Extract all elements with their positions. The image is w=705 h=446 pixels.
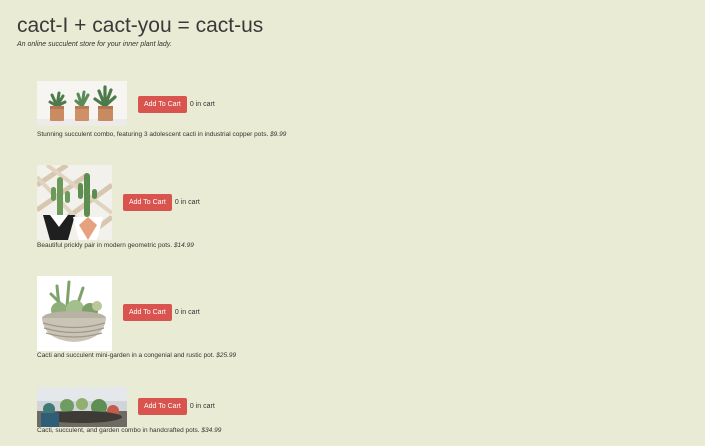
product-image [37,165,112,240]
product-image [37,81,127,126]
product-price: $9.99 [270,131,287,138]
cart-count: 0 in cart [189,403,215,410]
product-price: $34.99 [201,427,222,434]
cart-row: Add To Cart 0 in cart [138,96,215,113]
cart-count: 0 in cart [174,309,200,316]
page-title: cact-I + cact-you = cact-us [17,14,264,37]
product-description: Cacti and succulent mini-garden in a con… [37,352,237,359]
page-subtitle: An online succulent store for your inner… [17,41,172,48]
product-description: Stunning succulent combo, featuring 3 ad… [37,131,287,138]
product-image [37,276,112,351]
product-price: $14.99 [173,242,194,249]
add-to-cart-button[interactable]: Add To Cart [123,194,172,211]
add-to-cart-button[interactable]: Add To Cart [123,304,172,321]
add-to-cart-button[interactable]: Add To Cart [138,398,187,415]
cart-row: Add To Cart 0 in cart [123,304,200,321]
cart-row: Add To Cart 0 in cart [123,194,200,211]
cart-count: 0 in cart [174,199,200,206]
add-to-cart-button[interactable]: Add To Cart [138,96,187,113]
cart-row: Add To Cart 0 in cart [138,398,215,415]
product-image [37,387,127,427]
product-description: Cacti, succulent, and garden combo in ha… [37,427,222,434]
product-price: $25.99 [216,352,237,359]
product-description: Beautiful prickly pair in modern geometr… [37,242,194,249]
cart-count: 0 in cart [189,101,215,108]
